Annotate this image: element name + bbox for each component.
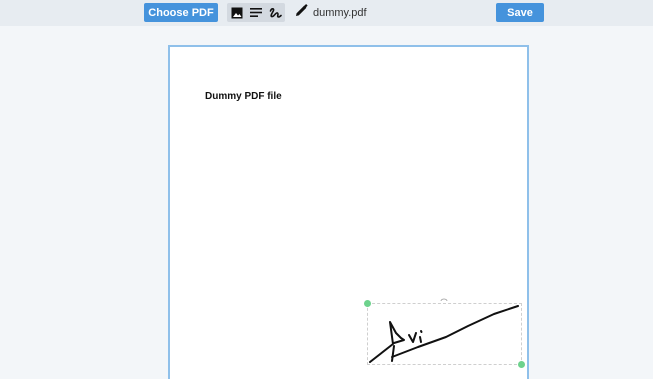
top-toolbar: Choose PDF dummy.pdf Save [0,0,653,26]
add-text-tool[interactable] [248,5,264,20]
save-button[interactable]: Save [496,3,544,22]
add-image-tool[interactable] [229,5,245,20]
tool-group [227,3,285,22]
signature-object[interactable] [364,298,525,368]
signature-drawing [369,305,519,363]
text-icon [250,7,262,18]
filename-label: dummy.pdf [313,7,367,19]
image-icon [231,7,243,19]
filename-area[interactable]: dummy.pdf [295,4,367,22]
add-signature-tool[interactable] [267,5,283,20]
resize-handle-bottom-right[interactable] [518,361,525,368]
document-title: Dummy PDF file [205,91,282,102]
pencil-icon [295,4,308,22]
choose-pdf-button[interactable]: Choose PDF [144,3,218,22]
pdf-page: Dummy PDF file [168,45,529,379]
draw-signature-icon [269,7,282,19]
resize-handle-top-left[interactable] [364,300,371,307]
